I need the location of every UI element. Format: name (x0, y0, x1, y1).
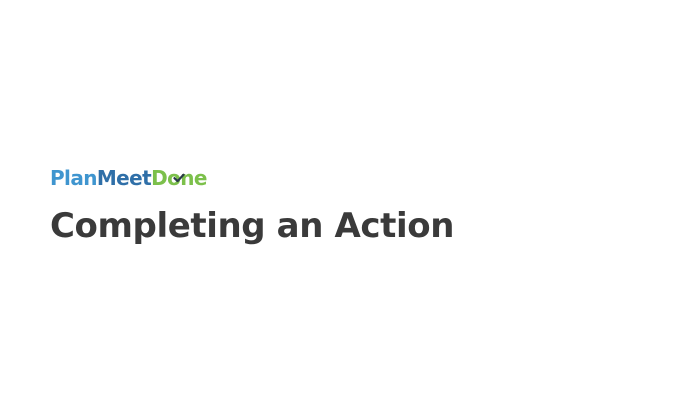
slide-title: Completing an Action (50, 206, 455, 246)
slide-canvas: Plan Meet D o ne Completing an Action (0, 0, 700, 420)
logo-done-o-with-checkmark: o (167, 166, 185, 190)
logo-plan-text: Plan (50, 166, 97, 190)
logo-done-d-text: D (151, 166, 168, 190)
logo-meet-text: Meet (96, 166, 152, 190)
planmeetdone-logo: Plan Meet D o ne (50, 166, 207, 190)
checkmark-icon (173, 173, 185, 183)
